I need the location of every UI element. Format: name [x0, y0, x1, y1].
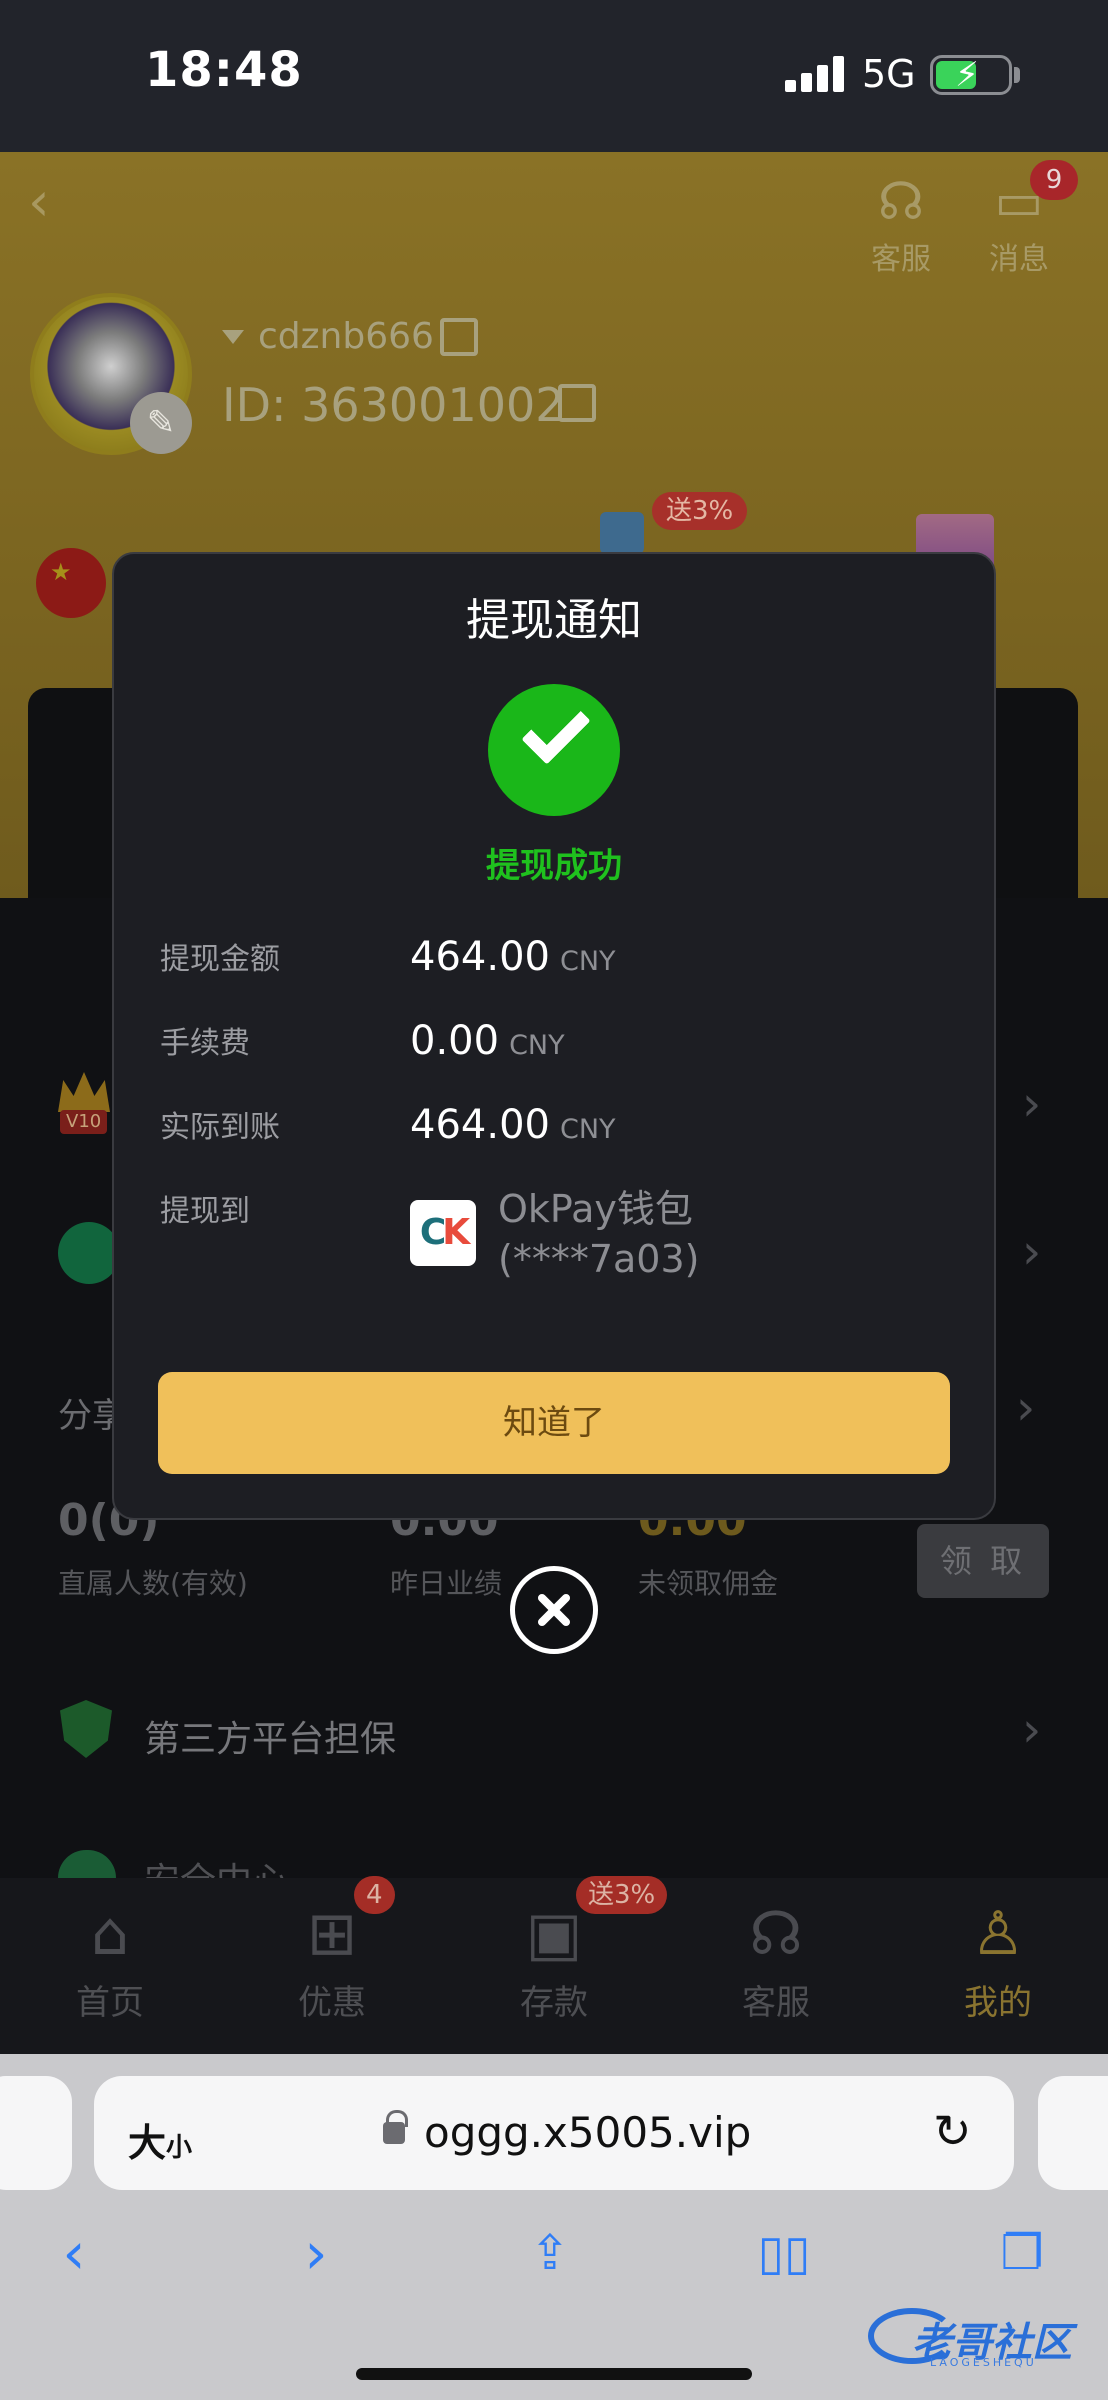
next-tab-pill[interactable]: [1038, 2076, 1108, 2190]
messages-label: 消息: [989, 242, 1049, 277]
chevron-right-icon[interactable]: ›: [1022, 1224, 1041, 1280]
chevron-right-icon[interactable]: ›: [1022, 1702, 1041, 1758]
support-button[interactable]: ☊ 客服: [866, 170, 936, 278]
tab-mine[interactable]: ♙ 我的: [938, 1893, 1058, 2024]
user-id: ID: 363001002: [222, 378, 565, 432]
forward-button[interactable]: ›: [278, 2218, 354, 2288]
modal-title: 提现通知: [466, 595, 642, 646]
promotions-badge: 4: [354, 1876, 395, 1914]
tab-support[interactable]: ☊ 客服: [716, 1893, 836, 2024]
tab-label: 首页: [76, 1983, 144, 2023]
amount-value: 464.00 CNY: [410, 934, 616, 980]
china-flag-icon[interactable]: ★: [36, 548, 106, 618]
copy-icon[interactable]: [440, 318, 478, 356]
direct-count-label: 直属人数(有效): [58, 1567, 248, 1600]
back-icon[interactable]: ‹: [28, 170, 68, 233]
back-button[interactable]: ‹: [36, 2218, 112, 2288]
yesterday-label: 昨日业绩: [390, 1567, 503, 1600]
vip-crown-icon: V10: [58, 1072, 110, 1136]
user-icon: ♙: [971, 1899, 1025, 1969]
amount-label: 提现金额: [160, 942, 280, 977]
home-indicator[interactable]: [356, 2368, 752, 2380]
deposit-card-icon: [600, 512, 644, 554]
destination-label: 提现到: [160, 1194, 250, 1229]
signal-icon: [785, 56, 845, 92]
tab-label: 存款: [520, 1983, 588, 2023]
username: cdznb666: [258, 316, 434, 357]
guarantee-label: 第三方平台担保: [144, 1719, 397, 1760]
success-status: 提现成功: [486, 846, 622, 886]
battery-icon: ⚡: [930, 55, 1012, 95]
lock-icon: [383, 2110, 408, 2144]
url-text[interactable]: oggg.x5005.vip: [424, 2108, 751, 2157]
headset-icon: ☊: [877, 172, 925, 232]
edit-icon[interactable]: ✎: [130, 392, 192, 454]
tab-label: 优惠: [298, 1983, 366, 2023]
messages-badge: 9: [1030, 160, 1078, 200]
fee-value: 0.00 CNY: [410, 1018, 565, 1064]
unclaimed-label: 未领取佣金: [638, 1567, 779, 1600]
tab-label: 客服: [742, 1983, 810, 2023]
home-icon: ⌂: [90, 1899, 130, 1969]
claim-button[interactable]: 领 取: [917, 1524, 1049, 1598]
withdrawal-notice-modal: 提现通知 提现成功 提现金额 464.00 CNY 手续费 0.00 CNY 实际到…: [112, 552, 996, 1520]
text-size-button[interactable]: 大小: [128, 2112, 192, 2167]
share-icon[interactable]: ⇪: [512, 2218, 588, 2288]
fee-label: 手续费: [160, 1026, 250, 1061]
previous-tab-pill[interactable]: [0, 2076, 72, 2190]
clipboard-icon: [58, 1222, 120, 1284]
tabs-icon[interactable]: ❐: [984, 2218, 1060, 2288]
promo-badge: 送3%: [652, 492, 748, 530]
close-icon[interactable]: [510, 1566, 598, 1654]
copy-id-icon[interactable]: [558, 384, 596, 422]
deposit-badge: 送3%: [576, 1876, 668, 1914]
security-label: 安全中心: [144, 1852, 288, 1878]
wallet-name: OkPay钱包 (****7a03): [498, 1187, 700, 1281]
received-label: 实际到账: [160, 1110, 280, 1145]
battery-tip: [1014, 67, 1020, 83]
okpay-logo-icon: CK: [410, 1200, 476, 1266]
support-label: 客服: [871, 242, 931, 277]
chevron-right-icon[interactable]: ›: [1022, 1076, 1041, 1132]
reload-icon[interactable]: ↻: [933, 2104, 972, 2158]
watermark-logo: 老哥社区 LAOGESHEQU: [868, 2296, 1098, 2376]
caret-down-icon: [222, 330, 244, 344]
status-time: 18:48: [145, 42, 303, 98]
headset-icon: ☊: [749, 1899, 803, 1969]
bookmarks-icon[interactable]: ▯▯: [746, 2218, 822, 2288]
received-value: 464.00 CNY: [410, 1102, 616, 1148]
tab-label: 我的: [964, 1983, 1032, 2023]
network-label: 5G: [862, 52, 916, 96]
tab-home[interactable]: ⌂ 首页: [50, 1893, 170, 2024]
chevron-right-icon[interactable]: ›: [1016, 1380, 1035, 1436]
confirm-button[interactable]: 知道了: [158, 1372, 950, 1474]
success-check-icon: [488, 684, 620, 816]
